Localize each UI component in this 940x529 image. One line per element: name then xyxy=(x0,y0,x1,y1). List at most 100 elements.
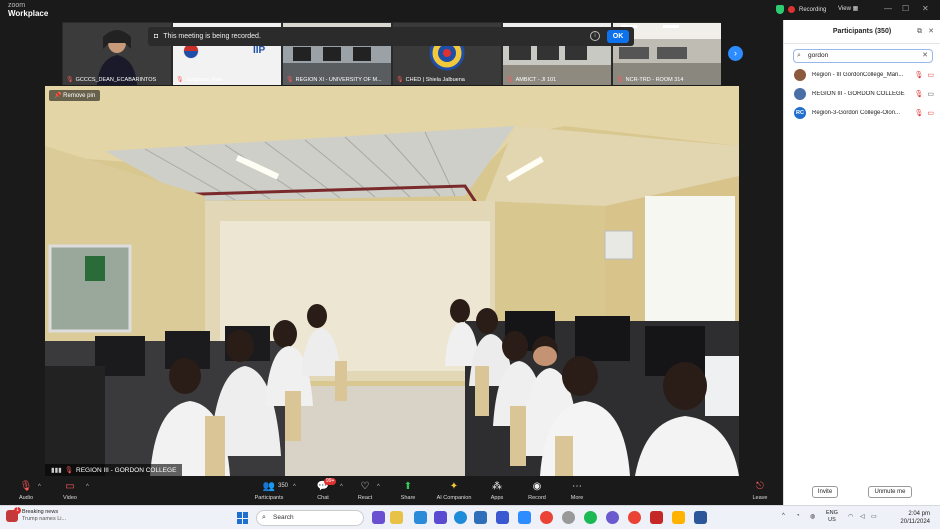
zoom-app-icon[interactable] xyxy=(518,511,531,524)
chrome-icon[interactable] xyxy=(540,511,553,524)
chat-button[interactable]: 💬 Chat xyxy=(303,481,343,501)
leave-label: Leave xyxy=(752,495,768,501)
chevron-up-icon[interactable]: ^ xyxy=(377,484,380,490)
word-icon[interactable] xyxy=(496,511,509,524)
clear-search-icon[interactable]: ✕ xyxy=(922,50,928,62)
chevron-up-icon[interactable]: ^ xyxy=(293,484,296,490)
spotify-icon[interactable] xyxy=(584,511,597,524)
battery-icon[interactable]: ▭ xyxy=(871,513,877,520)
chevron-up-icon[interactable]: ^ xyxy=(38,484,41,490)
app-icon[interactable] xyxy=(650,511,663,524)
zoom-logo: zoom Workplace xyxy=(8,2,48,18)
video-button[interactable]: ▭ Video xyxy=(50,481,90,501)
chevron-up-icon[interactable]: ^ xyxy=(86,484,89,490)
file-explorer-icon[interactable] xyxy=(672,511,685,524)
windows-start-icon[interactable] xyxy=(237,512,249,524)
chevron-up-icon[interactable]: ^ xyxy=(340,484,343,490)
maximize-icon[interactable]: ☐ xyxy=(902,4,909,13)
pop-out-icon[interactable]: ⧉ xyxy=(917,27,922,37)
news-title: Breaking news xyxy=(22,509,59,515)
share-button[interactable]: ⬆ Share xyxy=(388,481,428,501)
view-button[interactable]: View ▦ xyxy=(838,5,858,12)
svg-text:IIP: IIP xyxy=(253,45,266,56)
copilot-icon[interactable] xyxy=(390,511,403,524)
search-icon: ⌕ xyxy=(262,514,266,521)
close-panel-icon[interactable]: ✕ xyxy=(928,27,934,37)
search-placeholder: Search xyxy=(273,514,294,521)
shield-icon xyxy=(776,5,784,14)
thumbnail-caption: 🎙 Janghoon Park xyxy=(176,76,223,84)
word-icon[interactable] xyxy=(694,511,707,524)
unmute-me-button[interactable]: Unmute me xyxy=(868,486,912,498)
muted-mic-icon: 🎙 xyxy=(506,77,514,83)
invite-button[interactable]: Invite xyxy=(812,486,838,498)
chevron-up-icon[interactable]: ^ xyxy=(782,513,785,519)
participant-row[interactable]: Region - III GordonCollege_Man... 🎙 ▭ xyxy=(794,68,934,82)
news-icon: 1 xyxy=(6,507,21,522)
participant-name: CHED | Shiela Jalbuena xyxy=(405,76,465,83)
time: 2:04 pm xyxy=(908,511,930,517)
wifi-icon[interactable]: ◠ xyxy=(848,513,853,520)
leave-button[interactable]: ⎋ Leave xyxy=(740,481,780,501)
more-button[interactable]: ⋯ More xyxy=(557,481,597,501)
main-video-caption: ▮▮▮ 🎙 REGION III - GORDON COLLEGE xyxy=(45,464,183,476)
volume-icon[interactable]: ◁ xyxy=(860,513,865,520)
apps-button[interactable]: ⁂ Apps xyxy=(477,481,517,501)
ai-companion-button[interactable]: ✦ AI Companion xyxy=(434,481,474,501)
chrome-icon[interactable] xyxy=(628,511,641,524)
taskbar-search-input[interactable]: ⌕ Search xyxy=(256,510,364,526)
info-icon[interactable]: i xyxy=(590,31,600,41)
ok-button[interactable]: OK xyxy=(607,30,629,43)
participant-row[interactable]: RC Region-3-Gordon College-Olon... 🎙 ▭ xyxy=(794,106,934,120)
thumbnail-caption: 🎙 NCR-TRD - ROOM 314 xyxy=(616,76,683,84)
panel-title: Participants (350) xyxy=(832,28,892,35)
language-indicator[interactable]: ENG US xyxy=(826,510,838,524)
participant-search-input[interactable]: ⌕ gordon ✕ xyxy=(793,49,933,63)
participant-row[interactable]: REGION III - GORDON COLLEGE 🎙 ▭ xyxy=(794,87,934,101)
app-icon[interactable] xyxy=(562,511,575,524)
edge-icon[interactable] xyxy=(454,511,467,524)
tray-icon[interactable]: ◔ xyxy=(796,513,800,519)
news-badge: 1 xyxy=(14,507,21,514)
task-view-icon[interactable] xyxy=(372,511,385,524)
muted-mic-icon: 🎙 xyxy=(616,77,624,83)
search-value: gordon xyxy=(808,52,829,59)
remove-pin-button[interactable]: 📌 Remove pin xyxy=(49,90,101,101)
close-icon[interactable]: ✕ xyxy=(922,4,929,13)
panel-header: Participants (350) ⧉ ✕ xyxy=(784,20,940,44)
muted-mic-icon: 🎙 xyxy=(176,77,184,83)
recording-status[interactable]: Recording xyxy=(776,5,826,14)
participants-panel: Participants (350) ⧉ ✕ ⌕ gordon ✕ Region… xyxy=(783,20,940,505)
banner-text: This meeting is being recorded. xyxy=(163,33,261,40)
record-button[interactable]: ◉ Record xyxy=(517,481,557,501)
participants-label: Participants xyxy=(254,495,284,501)
taskbar-clock[interactable]: 2:04 pm 20/11/2024 xyxy=(880,510,930,526)
muted-mic-icon: 🎙 xyxy=(64,467,73,474)
thumbnail-caption: 🎙 REGION XI - UNIVERSITY OF M... xyxy=(286,76,382,84)
participant-name: GCCCS_DEAN_ECABARINTOS xyxy=(75,76,157,83)
thumbnail-caption: 🎙 CHED | Shiela Jalbuena xyxy=(396,76,465,84)
muted-mic-icon: 🎙 xyxy=(914,91,924,98)
record-dot-icon xyxy=(788,6,795,13)
windows-taskbar: 1 Breaking news Trump names Li... ⌕ Sear… xyxy=(0,505,940,529)
next-page-button[interactable]: › xyxy=(728,46,743,61)
muted-mic-icon: 🎙 xyxy=(66,77,74,83)
teams-icon[interactable] xyxy=(414,511,427,524)
share-label: Share xyxy=(400,495,416,501)
store-icon[interactable] xyxy=(474,511,487,524)
app-icon[interactable] xyxy=(434,511,447,524)
view-label: View xyxy=(838,6,851,12)
recording-label: Recording xyxy=(799,6,827,13)
news-widget[interactable]: 1 Breaking news Trump names Li... xyxy=(6,507,66,523)
minimize-icon[interactable]: — xyxy=(884,4,892,13)
lang-region: US xyxy=(828,517,836,523)
record-label: Record xyxy=(528,495,546,501)
chevron-right-icon: › xyxy=(734,48,737,58)
record-icon: ◉ xyxy=(532,481,542,492)
tray-icon[interactable]: ◍ xyxy=(810,513,815,520)
main-video[interactable]: 📌 Remove pin ▮▮▮ 🎙 REGION III - GORDON C… xyxy=(45,86,739,476)
participant-name: REGION III - GORDON COLLEGE xyxy=(812,91,905,97)
app-icon[interactable] xyxy=(606,511,619,524)
date: 20/11/2024 xyxy=(900,519,930,525)
participant-name: Janghoon Park xyxy=(185,76,223,83)
